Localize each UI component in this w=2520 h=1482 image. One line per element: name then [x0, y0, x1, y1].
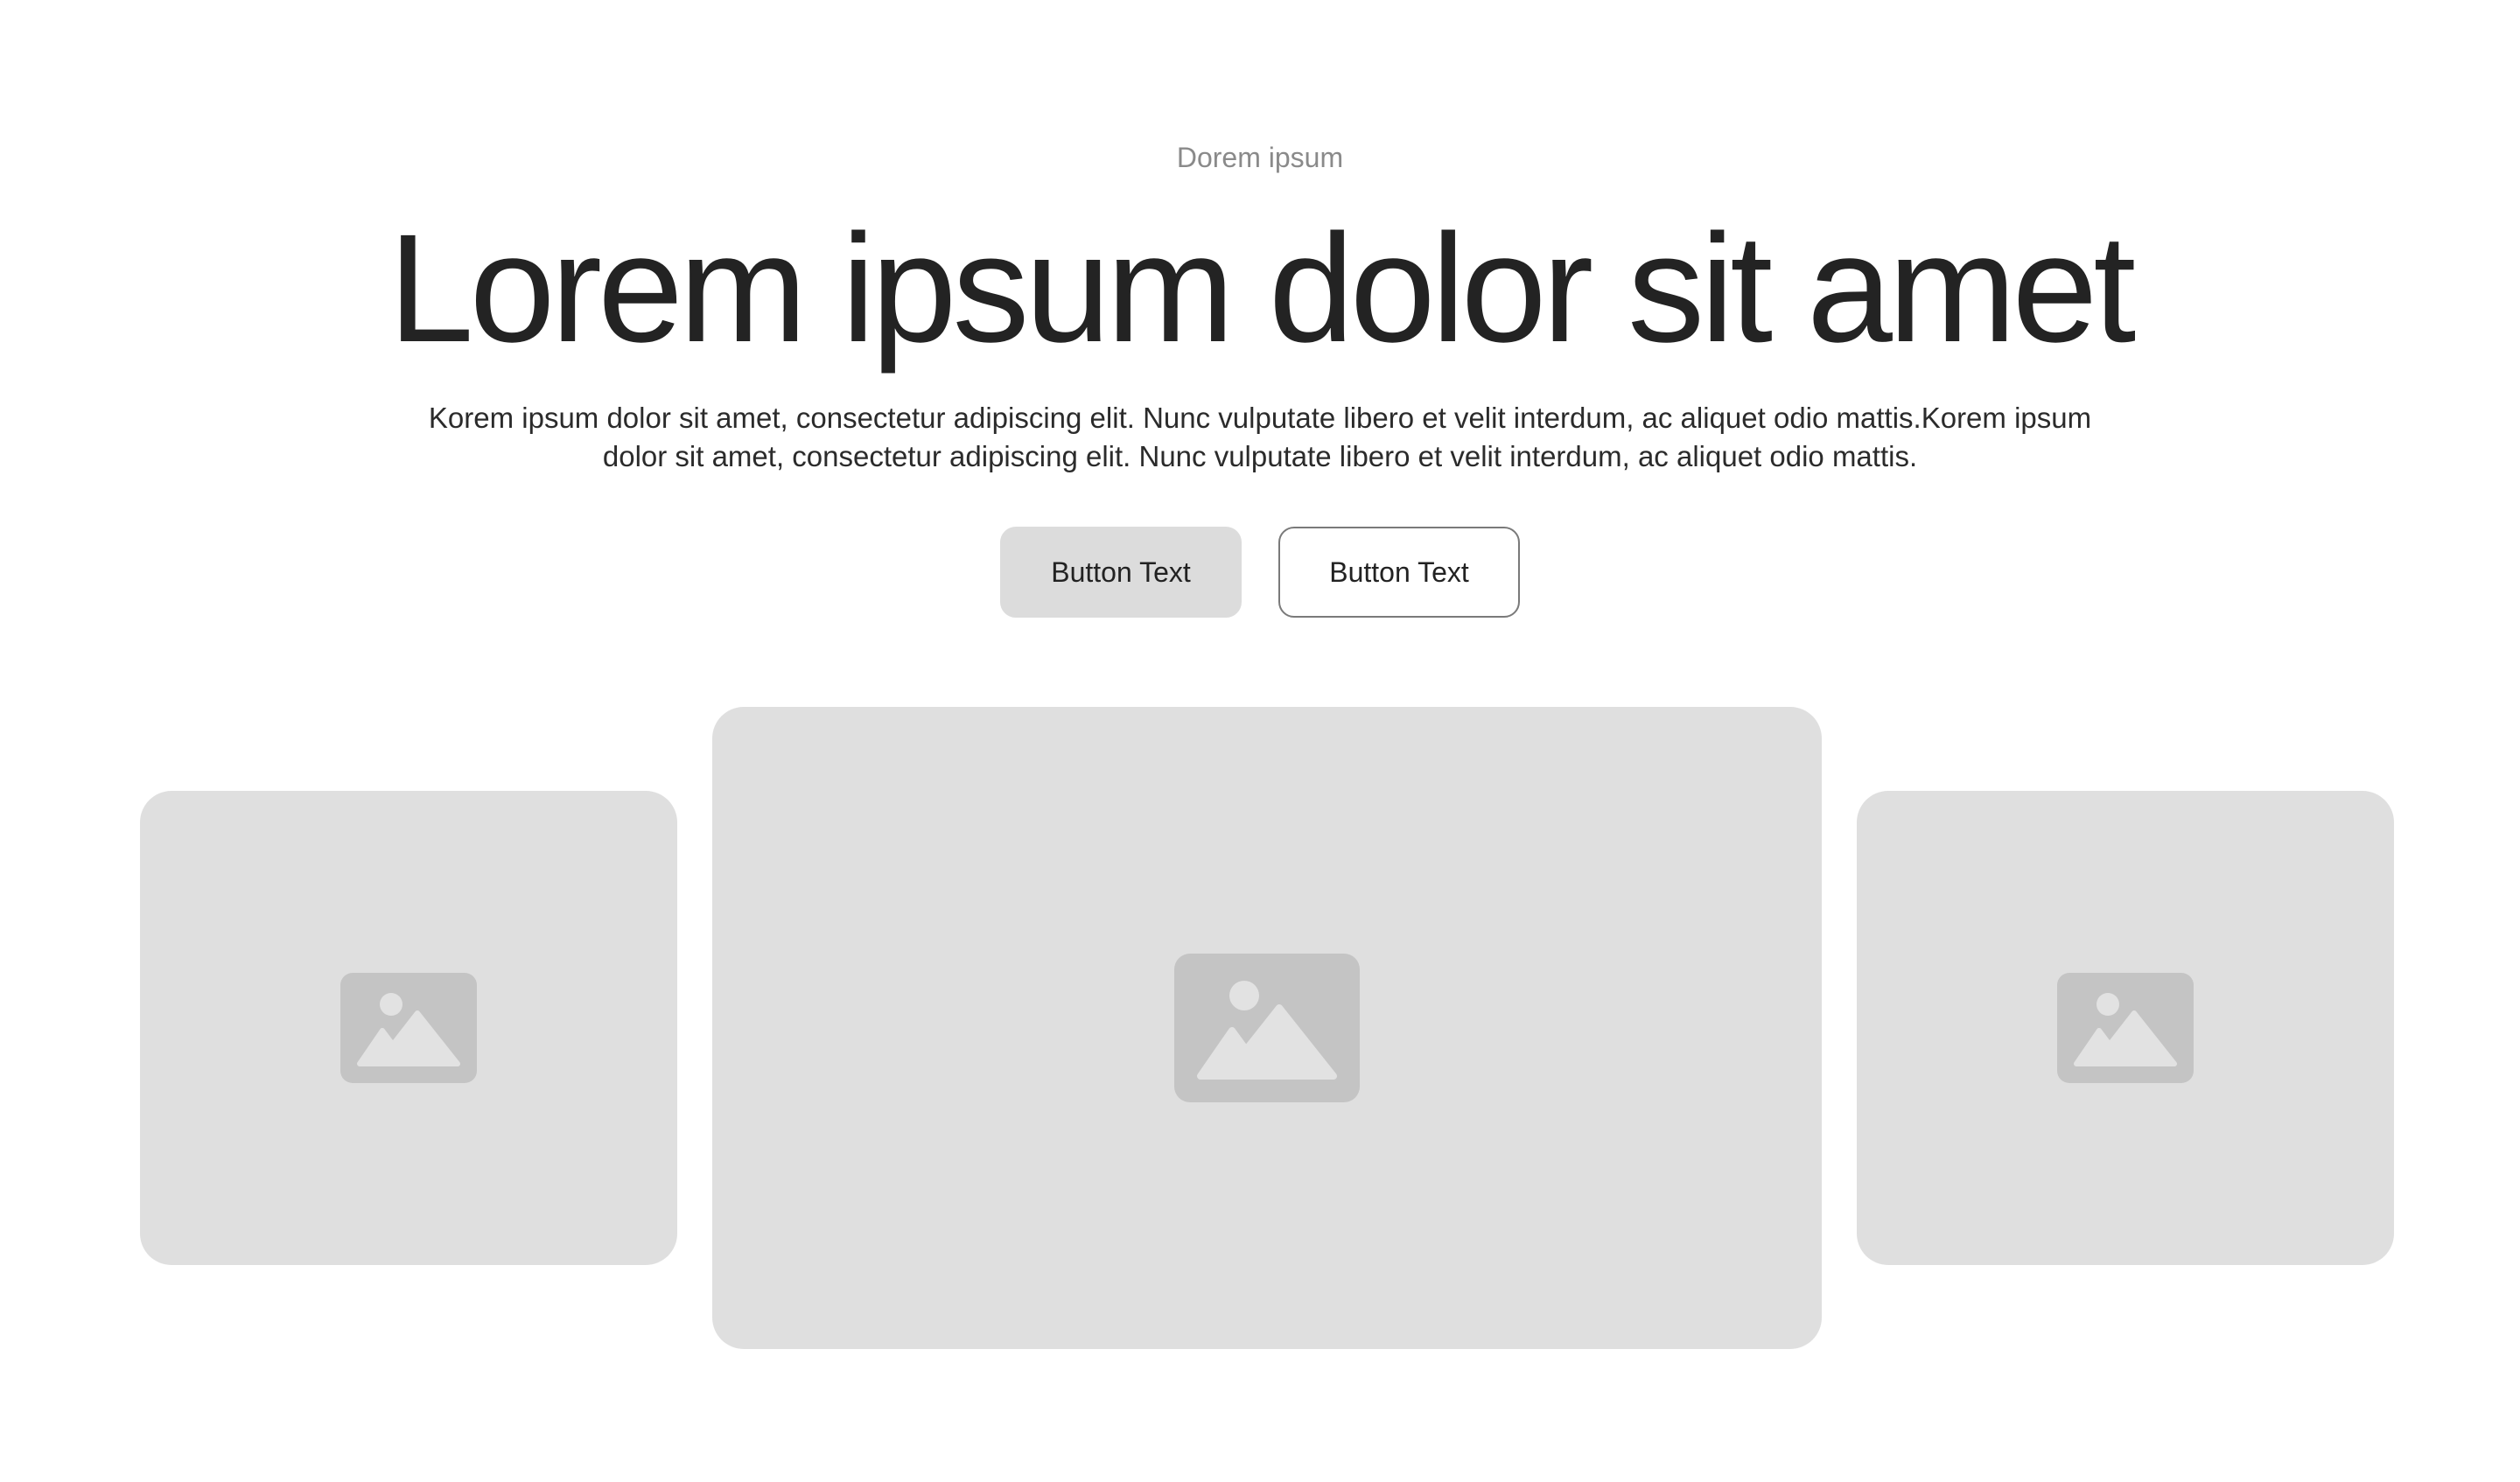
- gallery-image-center: [712, 707, 1822, 1349]
- hero-description: Korem ipsum dolor sit amet, consectetur …: [428, 402, 2092, 472]
- gallery-image-right: [1857, 791, 2394, 1265]
- image-placeholder-icon: [340, 973, 477, 1083]
- primary-button[interactable]: Button Text: [1000, 527, 1242, 618]
- hero-actions: Button Text Button Text: [0, 527, 2520, 618]
- page-title: Lorem ipsum dolor sit amet: [388, 203, 2137, 374]
- gallery-image-left: [140, 791, 677, 1265]
- image-placeholder-icon: [2057, 973, 2194, 1083]
- eyebrow-text: Dorem ipsum: [1176, 142, 1344, 173]
- secondary-button[interactable]: Button Text: [1278, 527, 1520, 618]
- image-placeholder-icon: [1174, 954, 1360, 1102]
